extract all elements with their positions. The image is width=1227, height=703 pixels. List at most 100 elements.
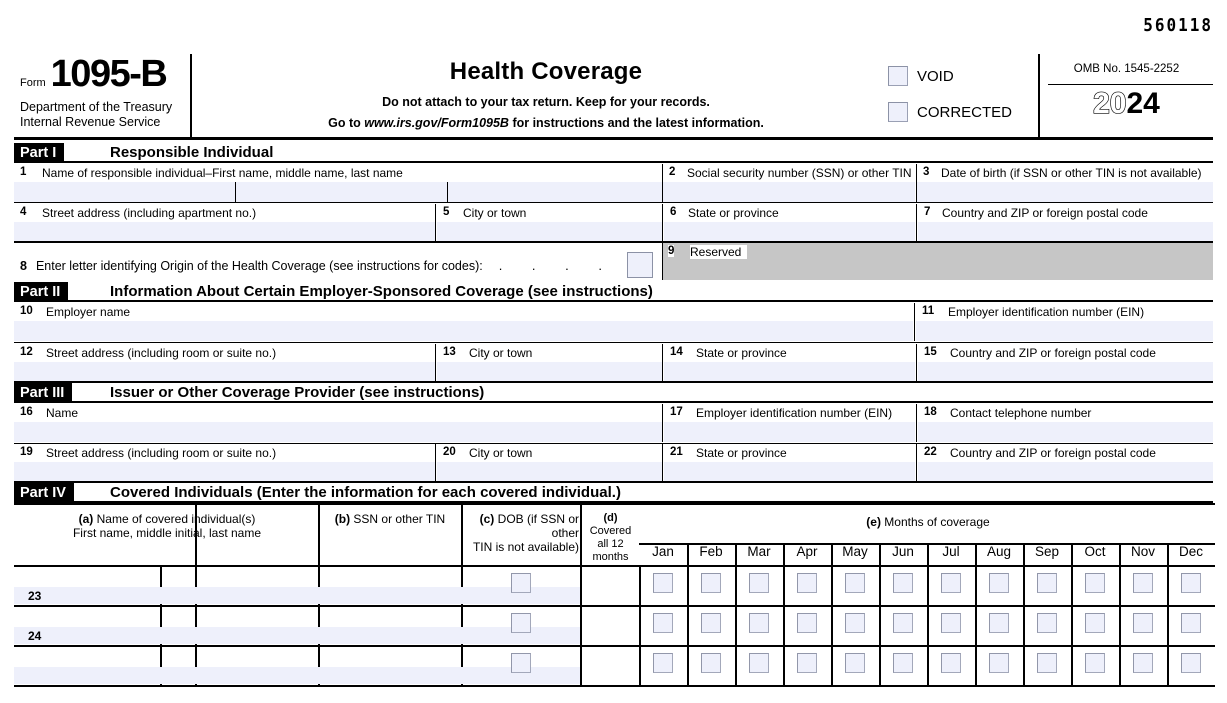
month-checkbox-dec-row-3[interactable] xyxy=(1181,653,1201,673)
field-15-input[interactable] xyxy=(918,362,1213,381)
month-checkbox-jul-row-3[interactable] xyxy=(941,653,961,673)
field-5-caption: City or town xyxy=(463,206,527,220)
field-21-state-or-province[interactable]: 21 State or province xyxy=(664,444,915,481)
col-b-marker: (b) xyxy=(334,512,351,526)
void-checkbox[interactable] xyxy=(888,66,908,86)
field-20-city-or-town[interactable]: 20 City or town xyxy=(437,444,662,481)
month-checkbox-oct-row-1[interactable] xyxy=(1085,573,1105,593)
month-checkbox-nov-row-1[interactable] xyxy=(1133,573,1153,593)
field-6-state-or-province[interactable]: 6 State or province xyxy=(664,204,915,242)
month-checkbox-nov-row-3[interactable] xyxy=(1133,653,1153,673)
field-5-input[interactable] xyxy=(437,222,662,242)
month-checkbox-dec-row-1[interactable] xyxy=(1181,573,1201,593)
field-1-name-of-responsible-individual[interactable]: 1 Name of responsible individual–First n… xyxy=(14,164,662,202)
field-10-number: 10 xyxy=(20,305,33,317)
field-22-country-zip[interactable]: 22 Country and ZIP or foreign postal cod… xyxy=(918,444,1213,481)
field-10-employer-name[interactable]: 10 Employer name xyxy=(14,303,913,341)
month-checkbox-sep-row-1[interactable] xyxy=(1037,573,1057,593)
field-19-input[interactable] xyxy=(14,462,435,481)
field-4-street-address[interactable]: 4 Street address (including apartment no… xyxy=(14,204,435,242)
month-checkbox-jun-row-3[interactable] xyxy=(893,653,913,673)
month-checkbox-aug-row-3[interactable] xyxy=(989,653,1009,673)
month-checkbox-jan-row-3[interactable] xyxy=(653,653,673,673)
month-checkbox-jul-row-1[interactable] xyxy=(941,573,961,593)
sep-f4-f5 xyxy=(435,204,436,242)
month-checkbox-dec-row-2[interactable] xyxy=(1181,613,1201,633)
month-checkbox-aug-row-1[interactable] xyxy=(989,573,1009,593)
field-6-input[interactable] xyxy=(664,222,915,242)
field-22-input[interactable] xyxy=(918,462,1213,481)
field-20-input[interactable] xyxy=(437,462,662,481)
field-7-input[interactable] xyxy=(918,222,1213,242)
month-checkbox-aug-row-2[interactable] xyxy=(989,613,1009,633)
corrected-checkbox-row[interactable]: CORRECTED xyxy=(888,102,1012,122)
field-18-contact-telephone[interactable]: 18 Contact telephone number xyxy=(918,404,1213,442)
table-row-fill[interactable] xyxy=(14,667,580,684)
month-checkbox-feb-row-1[interactable] xyxy=(701,573,721,593)
month-checkbox-oct-row-2[interactable] xyxy=(1085,613,1105,633)
month-checkbox-mar-row-3[interactable] xyxy=(749,653,769,673)
field-12-input[interactable] xyxy=(14,362,435,381)
month-checkbox-sep-row-2[interactable] xyxy=(1037,613,1057,633)
month-checkbox-oct-row-3[interactable] xyxy=(1085,653,1105,673)
void-label: VOID xyxy=(917,67,954,85)
void-checkbox-row[interactable]: VOID xyxy=(888,66,954,86)
field-11-ein[interactable]: 11 Employer identification number (EIN) xyxy=(916,303,1213,341)
part1-header: Part I Responsible Individual xyxy=(14,143,1213,163)
field-1-input[interactable] xyxy=(14,182,662,202)
field-3-input[interactable] xyxy=(917,182,1213,202)
table-row-fill[interactable] xyxy=(14,627,580,644)
month-label-dec: Dec xyxy=(1178,544,1203,559)
table-row-fill[interactable] xyxy=(14,587,580,604)
covered-all-12-months-checkbox-row-1[interactable] xyxy=(510,573,531,593)
field-2-ssn[interactable]: 2 Social security number (SSN) or other … xyxy=(663,164,915,202)
field-13-input[interactable] xyxy=(437,362,662,381)
month-checkbox-feb-row-3[interactable] xyxy=(701,653,721,673)
month-checkbox-jun-row-1[interactable] xyxy=(893,573,913,593)
month-checkbox-jun-row-2[interactable] xyxy=(893,613,913,633)
sep-f12-f13 xyxy=(435,344,436,381)
field-17-input[interactable] xyxy=(664,422,915,442)
corrected-checkbox[interactable] xyxy=(888,102,908,122)
col-d-text: Covered xyxy=(589,525,632,537)
covered-all-12-months-checkbox-row-2[interactable] xyxy=(510,613,531,633)
field-14-input[interactable] xyxy=(664,362,915,381)
field-7-country-zip[interactable]: 7 Country and ZIP or foreign postal code xyxy=(918,204,1213,242)
field-2-input[interactable] xyxy=(663,182,915,202)
month-checkbox-jul-row-2[interactable] xyxy=(941,613,961,633)
field-8-input[interactable] xyxy=(627,252,653,278)
field-16-issuer-name[interactable]: 16 Name xyxy=(14,404,662,442)
field-3-date-of-birth[interactable]: 3 Date of birth (if SSN or other TIN is … xyxy=(917,164,1213,202)
month-checkbox-may-row-1[interactable] xyxy=(845,573,865,593)
month-checkbox-mar-row-1[interactable] xyxy=(749,573,769,593)
field-21-input[interactable] xyxy=(664,462,915,481)
month-checkbox-apr-row-3[interactable] xyxy=(797,653,817,673)
month-checkbox-apr-row-2[interactable] xyxy=(797,613,817,633)
month-checkbox-jan-row-1[interactable] xyxy=(653,573,673,593)
field-14-state-or-province[interactable]: 14 State or province xyxy=(664,344,915,381)
field-22-number: 22 xyxy=(924,446,937,458)
month-checkbox-nov-row-2[interactable] xyxy=(1133,613,1153,633)
month-checkbox-may-row-2[interactable] xyxy=(845,613,865,633)
field-18-input[interactable] xyxy=(918,422,1213,442)
month-checkbox-may-row-3[interactable] xyxy=(845,653,865,673)
field-10-input[interactable] xyxy=(14,321,913,341)
field-5-city-or-town[interactable]: 5 City or town xyxy=(437,204,662,242)
month-checkbox-sep-row-3[interactable] xyxy=(1037,653,1057,673)
field-17-ein[interactable]: 17 Employer identification number (EIN) xyxy=(664,404,915,442)
month-checkbox-feb-row-2[interactable] xyxy=(701,613,721,633)
month-checkbox-jan-row-2[interactable] xyxy=(653,613,673,633)
field-15-country-zip[interactable]: 15 Country and ZIP or foreign postal cod… xyxy=(918,344,1213,381)
part3-title-note: (see instructions) xyxy=(355,384,485,401)
covered-all-12-months-checkbox-row-3[interactable] xyxy=(510,653,531,673)
field-11-input[interactable] xyxy=(916,321,1213,341)
field-13-city-or-town[interactable]: 13 City or town xyxy=(437,344,662,381)
month-checkbox-mar-row-2[interactable] xyxy=(749,613,769,633)
field-19-street-address[interactable]: 19 Street address (including room or sui… xyxy=(14,444,435,481)
column-header-a-line1: (a) Name of covered individual(s) xyxy=(16,512,318,526)
field-16-input[interactable] xyxy=(14,422,662,442)
month-checkbox-apr-row-1[interactable] xyxy=(797,573,817,593)
field-12-street-address[interactable]: 12 Street address (including room or sui… xyxy=(14,344,435,381)
field-4-input[interactable] xyxy=(14,222,435,242)
month-label-sep: Sep xyxy=(1034,544,1060,559)
